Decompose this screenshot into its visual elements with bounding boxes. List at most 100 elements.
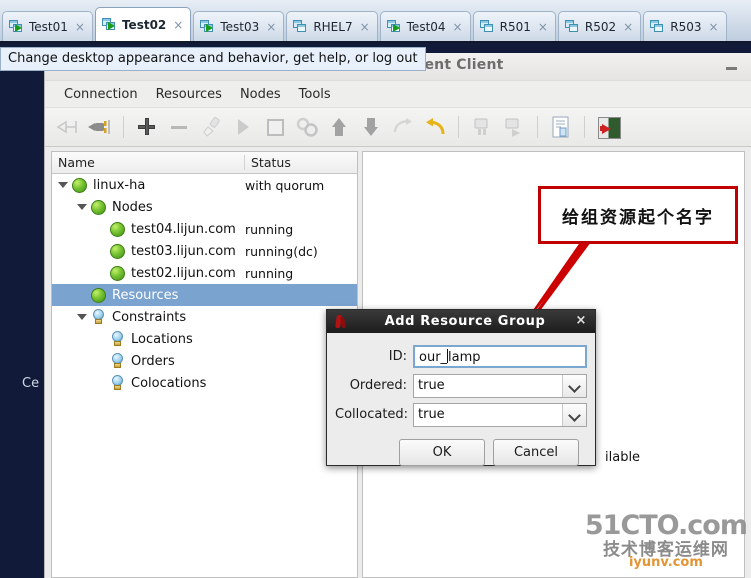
screen-root: Ce Test01 × Test02 × Test03 × RHEL7 × Test04 × R50… [0, 0, 751, 578]
ok-button[interactable]: OK [399, 439, 485, 466]
vm-tab-label: R501 [499, 19, 531, 34]
dialog-body: ID: our_lamp Ordered: true Collocated: t… [327, 333, 595, 466]
vm-tab-test04[interactable]: Test04 × [379, 11, 471, 41]
vm-running-icon [101, 17, 117, 32]
watermark: 51CTO.com 技术博客运维网 iyunv.com [584, 510, 748, 570]
exit-icon[interactable] [593, 112, 623, 142]
disconnect-plug-icon[interactable] [85, 112, 115, 142]
status-ball-icon [72, 177, 87, 193]
vm-tab-test03[interactable]: Test03 × [193, 11, 285, 41]
tree-row-name: test03.lijun.com [52, 243, 245, 259]
close-icon[interactable]: × [453, 21, 463, 33]
vm-tab-r502[interactable]: R502 × [557, 11, 642, 41]
tree-row[interactable]: Locations [52, 328, 357, 350]
vm-running-icon [9, 19, 24, 34]
close-icon[interactable]: × [75, 21, 85, 33]
connect-icon[interactable] [53, 112, 83, 142]
tree-row[interactable]: Nodes [52, 196, 357, 218]
menu-item-connection[interactable]: Connection [55, 84, 147, 105]
stop-icon [260, 112, 290, 142]
close-icon[interactable]: × [576, 313, 588, 328]
cluster-tree-panel: Name Status linux-ha with quorum Nodes test… [51, 151, 358, 578]
vm-tab-label: R502 [584, 19, 617, 34]
vm-stopped-icon [479, 19, 495, 34]
tree-row[interactable]: Colocations [52, 372, 357, 394]
menu-item-nodes[interactable]: Nodes [231, 84, 290, 105]
vm-tab-rhel7[interactable]: RHEL7 × [286, 11, 378, 41]
vm-tab-r501[interactable]: R501 × [472, 11, 556, 41]
tree-row[interactable]: Constraints [52, 306, 357, 328]
close-icon[interactable]: × [538, 21, 548, 33]
field-row-id: ID: our_lamp [335, 342, 587, 371]
close-icon[interactable]: × [173, 19, 183, 31]
toolbar-separator [458, 116, 459, 138]
start-icon [228, 112, 258, 142]
menu-item-tools[interactable]: Tools [290, 84, 340, 105]
close-icon[interactable]: × [360, 21, 370, 33]
expand-twisty-icon[interactable] [58, 182, 68, 188]
tree-row-label: test02.lijun.com [131, 265, 236, 281]
vm-running-icon [386, 19, 402, 34]
toolbar-separator [537, 116, 538, 138]
tree-row-label: Orders [131, 353, 175, 369]
status-ball-icon [110, 221, 125, 237]
tree-row[interactable]: Orders [52, 350, 357, 372]
move-down-icon[interactable] [356, 112, 386, 142]
tree-row[interactable]: test02.lijun.com running [52, 262, 357, 284]
text-caret [447, 348, 449, 363]
constraint-bulb-icon [110, 353, 125, 369]
tree-row-name: test04.lijun.com [52, 221, 245, 237]
chevron-down-icon[interactable] [562, 374, 586, 397]
tree-row[interactable]: test03.lijun.com running(dc) [52, 240, 357, 262]
constraint-bulb-icon [91, 309, 106, 325]
id-input[interactable]: our_lamp [413, 345, 587, 368]
toolbar [45, 107, 751, 147]
field-row-collocated: Collocated: true [335, 400, 587, 429]
app-logo-icon [333, 314, 349, 330]
vm-stopped-icon [564, 19, 580, 34]
status-ball-icon [110, 265, 125, 281]
report-icon[interactable] [546, 112, 576, 142]
expand-twisty-icon[interactable] [77, 314, 87, 320]
ordered-select[interactable]: true [413, 373, 587, 398]
tree-row-name: Constraints [52, 309, 245, 325]
expand-twisty-icon[interactable] [77, 204, 87, 210]
ordered-value: true [418, 378, 445, 393]
vm-stopped-icon [650, 19, 665, 34]
vm-tab-label: RHEL7 [313, 19, 353, 34]
vm-tab-test01[interactable]: Test01 × [2, 11, 93, 41]
watermark-line1: 51CTO.com [584, 510, 748, 541]
vm-tab-r503[interactable]: R503 × [643, 11, 727, 41]
tree-row-status: with quorum [245, 177, 325, 193]
move-up-icon[interactable] [324, 112, 354, 142]
tree-row-name: Nodes [52, 199, 245, 215]
cancel-button[interactable]: Cancel [493, 439, 579, 466]
close-icon[interactable]: × [266, 21, 276, 33]
field-row-ordered: Ordered: true [335, 371, 587, 400]
tree-row[interactable]: test04.lijun.com running [52, 218, 357, 240]
menu-item-resources[interactable]: Resources [147, 84, 231, 105]
tree-row-name: test02.lijun.com [52, 265, 245, 281]
node-standby-icon [467, 112, 497, 142]
close-icon[interactable]: × [623, 21, 633, 33]
tree-row[interactable]: linux-ha with quorum [52, 174, 357, 196]
undo-icon[interactable] [420, 112, 450, 142]
add-icon[interactable] [132, 112, 162, 142]
collocated-value: true [418, 407, 445, 422]
status-ball-icon [110, 243, 125, 259]
desktop-partial-text: Ce [22, 376, 40, 391]
chevron-down-icon[interactable] [562, 403, 586, 426]
collocated-select[interactable]: true [413, 402, 587, 427]
tree-header-status: Status [251, 155, 291, 170]
manage-gears-icon[interactable] [292, 112, 322, 142]
minimize-button[interactable] [723, 59, 739, 73]
vm-tab-test02[interactable]: Test02 × [94, 7, 192, 41]
tree-row[interactable]: Resources [52, 284, 357, 306]
close-icon[interactable]: × [708, 21, 718, 33]
tree-row-name: Resources [52, 287, 245, 303]
vm-tab-label: Test04 [406, 19, 446, 34]
tree-row-name: Orders [52, 353, 245, 369]
tree-row-label: linux-ha [93, 177, 146, 193]
tree-row-label: Nodes [112, 199, 153, 215]
constraint-bulb-icon [110, 331, 125, 347]
